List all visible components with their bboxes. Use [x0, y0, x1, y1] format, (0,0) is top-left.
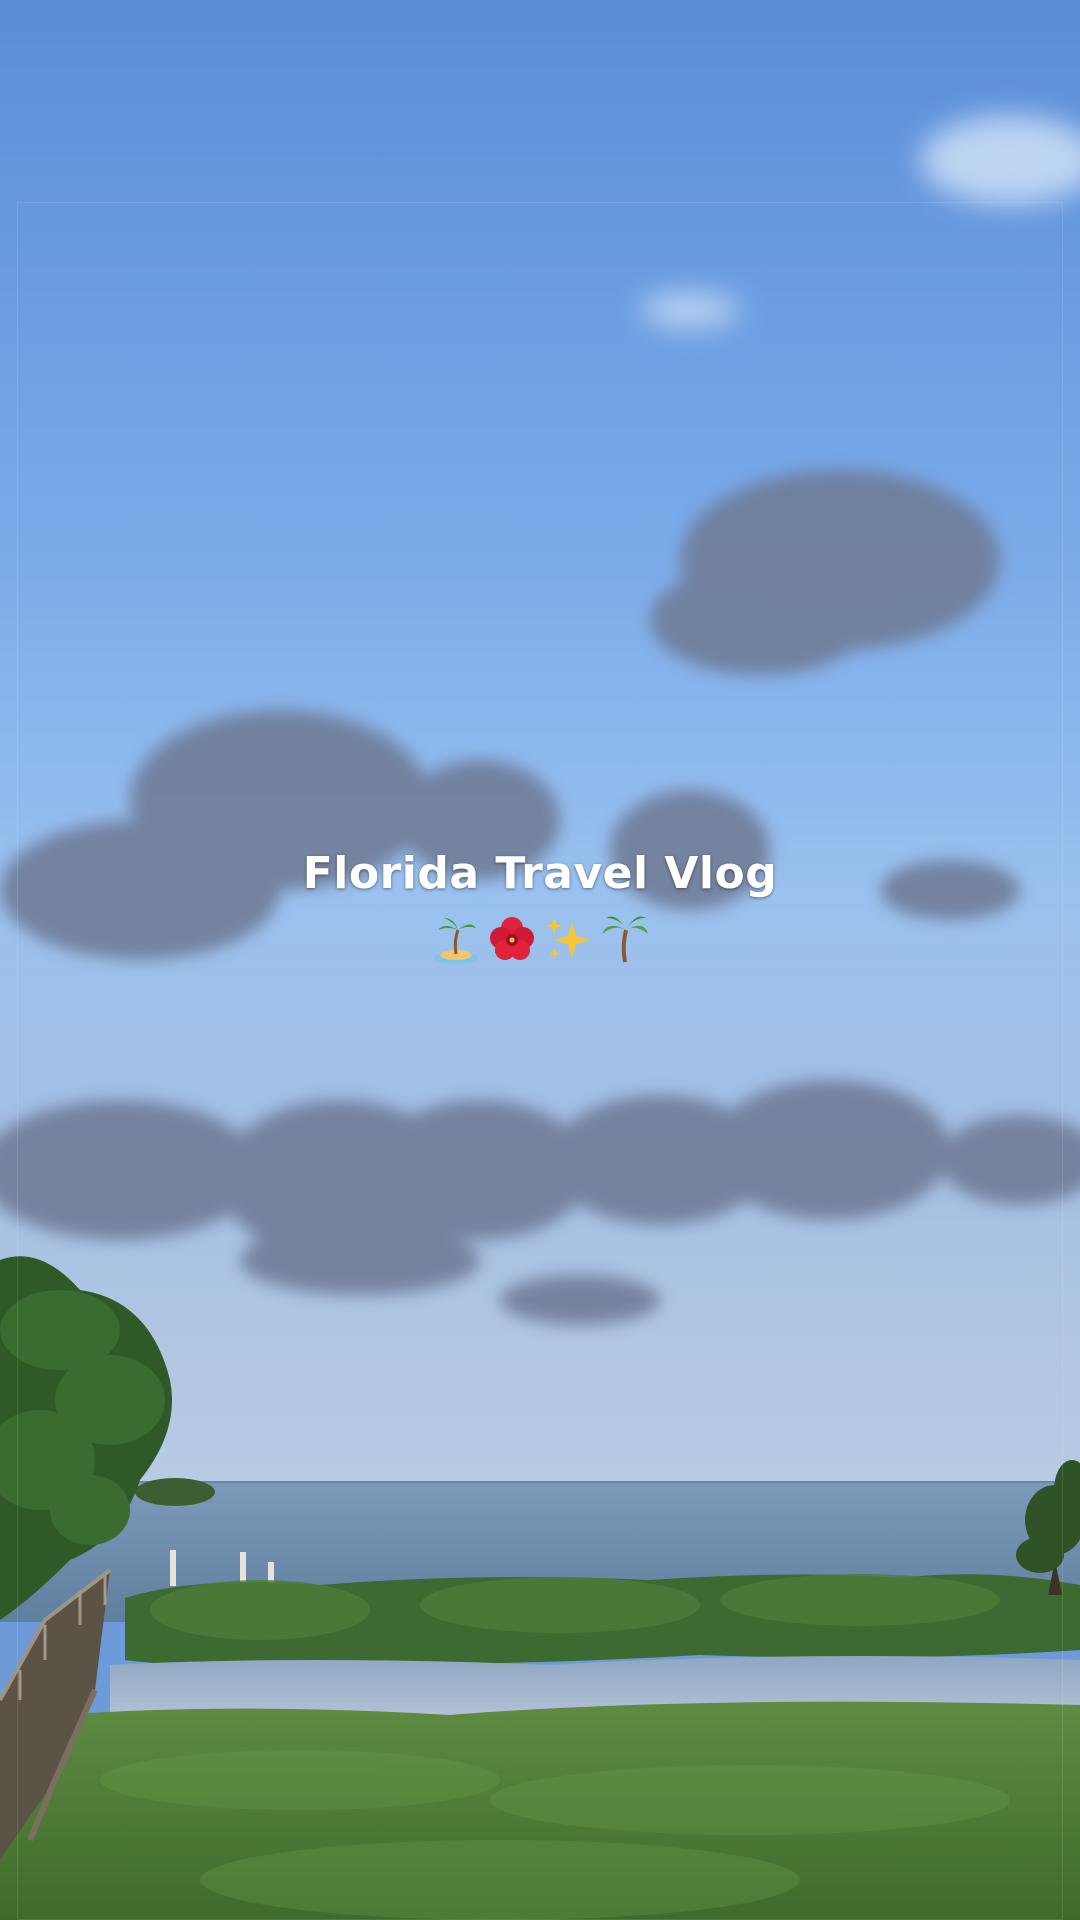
distant-island — [135, 1478, 215, 1506]
hibiscus-icon — [486, 910, 538, 966]
emoji-row — [0, 908, 1080, 968]
video-frame: Florida Travel Vlog — [0, 0, 1080, 1920]
video-title: Florida Travel Vlog — [302, 848, 778, 899]
desert-island-icon — [430, 910, 482, 966]
sparkles-icon — [542, 910, 594, 966]
palm-tree-icon — [598, 910, 650, 966]
